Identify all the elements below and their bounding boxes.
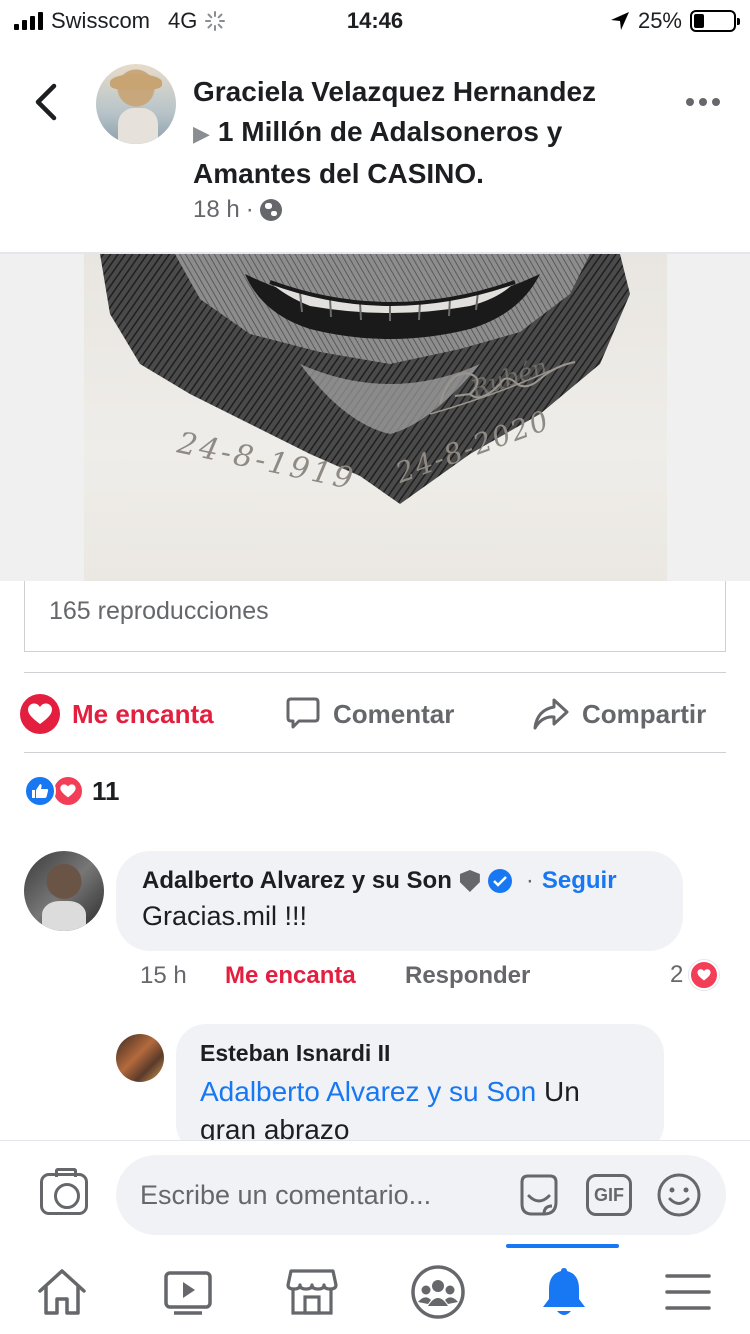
meta-separator: · [245,196,254,223]
post-header: Graciela Velazquez Hernandez ▶ 1 Millón d… [0,50,750,250]
battery-percent: 25% [637,8,682,33]
reply-avatar[interactable] [116,1034,164,1082]
comment-reaction-count: 2 [670,961,684,988]
avatar-shirt [42,901,86,931]
avatar-body [118,108,158,144]
comment-love-button[interactable]: Me encanta [225,962,356,990]
watch-icon[interactable] [158,1262,218,1322]
reaction-count: 11 [92,775,120,806]
follow-separator: · [525,867,534,894]
status-bar: Swisscom 4G 14:46 25% [0,0,750,40]
avatar-sticker-icon[interactable] [516,1172,562,1218]
divider-top [24,672,726,673]
avatar-hat [110,74,162,90]
back-icon[interactable] [30,80,64,124]
reply-bubble: Esteban Isnardi II Adalberto Alvarez y s… [176,1024,664,1154]
comment-icon [286,697,320,729]
more-options-icon[interactable] [686,98,720,106]
share-label: Compartir [582,698,707,729]
marketplace-icon[interactable] [282,1262,342,1322]
action-bar: Me encanta Comentar Compartir [0,688,750,740]
gif-icon[interactable]: GIF [586,1172,632,1218]
post-meta: 18 h · [193,196,282,224]
commenter-avatar[interactable] [24,851,104,931]
post-video[interactable]: Rubén 24-8-1919 24-8-2020 [0,254,750,581]
emoji-icon[interactable] [656,1172,702,1218]
comment-header: Adalberto Alvarez y su Son · Seguir [142,867,657,895]
shield-icon [459,870,480,892]
menu-icon[interactable] [658,1262,718,1322]
comment-time[interactable]: 15 h [140,962,187,990]
reply-mention[interactable]: Adalberto Alvarez y su Son [200,1076,536,1107]
share-button[interactable]: Compartir [532,688,706,740]
author-name[interactable]: Graciela Velazquez Hernandez [193,76,596,107]
reply-text: Adalberto Alvarez y su Son Un gran abraz… [200,1073,640,1149]
post-title: Graciela Velazquez Hernandez ▶ 1 Millón d… [193,72,653,194]
love-reaction-icon [689,960,720,990]
camera-icon[interactable] [40,1168,88,1215]
heart-icon [20,694,60,734]
comment-button[interactable]: Comentar [285,688,454,740]
reactions-summary[interactable]: 11 [24,775,120,807]
love-reaction-icon [52,775,84,807]
battery-icon [690,10,740,32]
comment-text: Gracias.mil !!! [142,901,308,931]
follow-button[interactable]: Seguir [542,867,617,895]
status-right: 25% [610,8,740,34]
pencil-portrait [100,254,630,504]
comment-label: Comentar [333,698,455,729]
location-arrow-icon [610,12,629,30]
comment-composer: Escribe un comentario... GIF [0,1140,750,1248]
notifications-bell-icon[interactable] [534,1262,594,1322]
comment-reactions[interactable]: 2 [670,960,720,990]
commenter-name[interactable]: Adalberto Alvarez y su Son [142,867,452,895]
groups-icon[interactable] [408,1262,468,1322]
arrow-right-icon: ▶ [193,121,210,146]
gif-label: GIF [586,1174,632,1216]
battery-fill [694,14,704,28]
group-name[interactable]: 1 Millón de Adalsoneros y Amantes del CA… [193,116,562,189]
views-count: 165 reproducciones [24,581,726,652]
comment-placeholder: Escribe un comentario... [140,1179,432,1210]
share-icon [533,698,569,730]
comment-reply-button[interactable]: Responder [405,962,530,990]
author-avatar[interactable] [96,64,176,144]
home-icon[interactable] [32,1262,92,1322]
post-time[interactable]: 18 h [193,196,240,224]
comment-input[interactable]: Escribe un comentario... GIF [116,1155,726,1235]
globe-icon [259,199,282,221]
love-label: Me encanta [72,698,214,729]
comment-bubble: Adalberto Alvarez y su Son · Seguir Grac… [116,851,683,951]
verified-badge-icon [487,869,512,893]
reply-author[interactable]: Esteban Isnardi II [200,1040,640,1067]
love-button[interactable]: Me encanta [20,688,214,740]
like-reaction-icon [24,775,56,807]
tab-bar [0,1248,750,1334]
divider-bottom [24,752,726,753]
